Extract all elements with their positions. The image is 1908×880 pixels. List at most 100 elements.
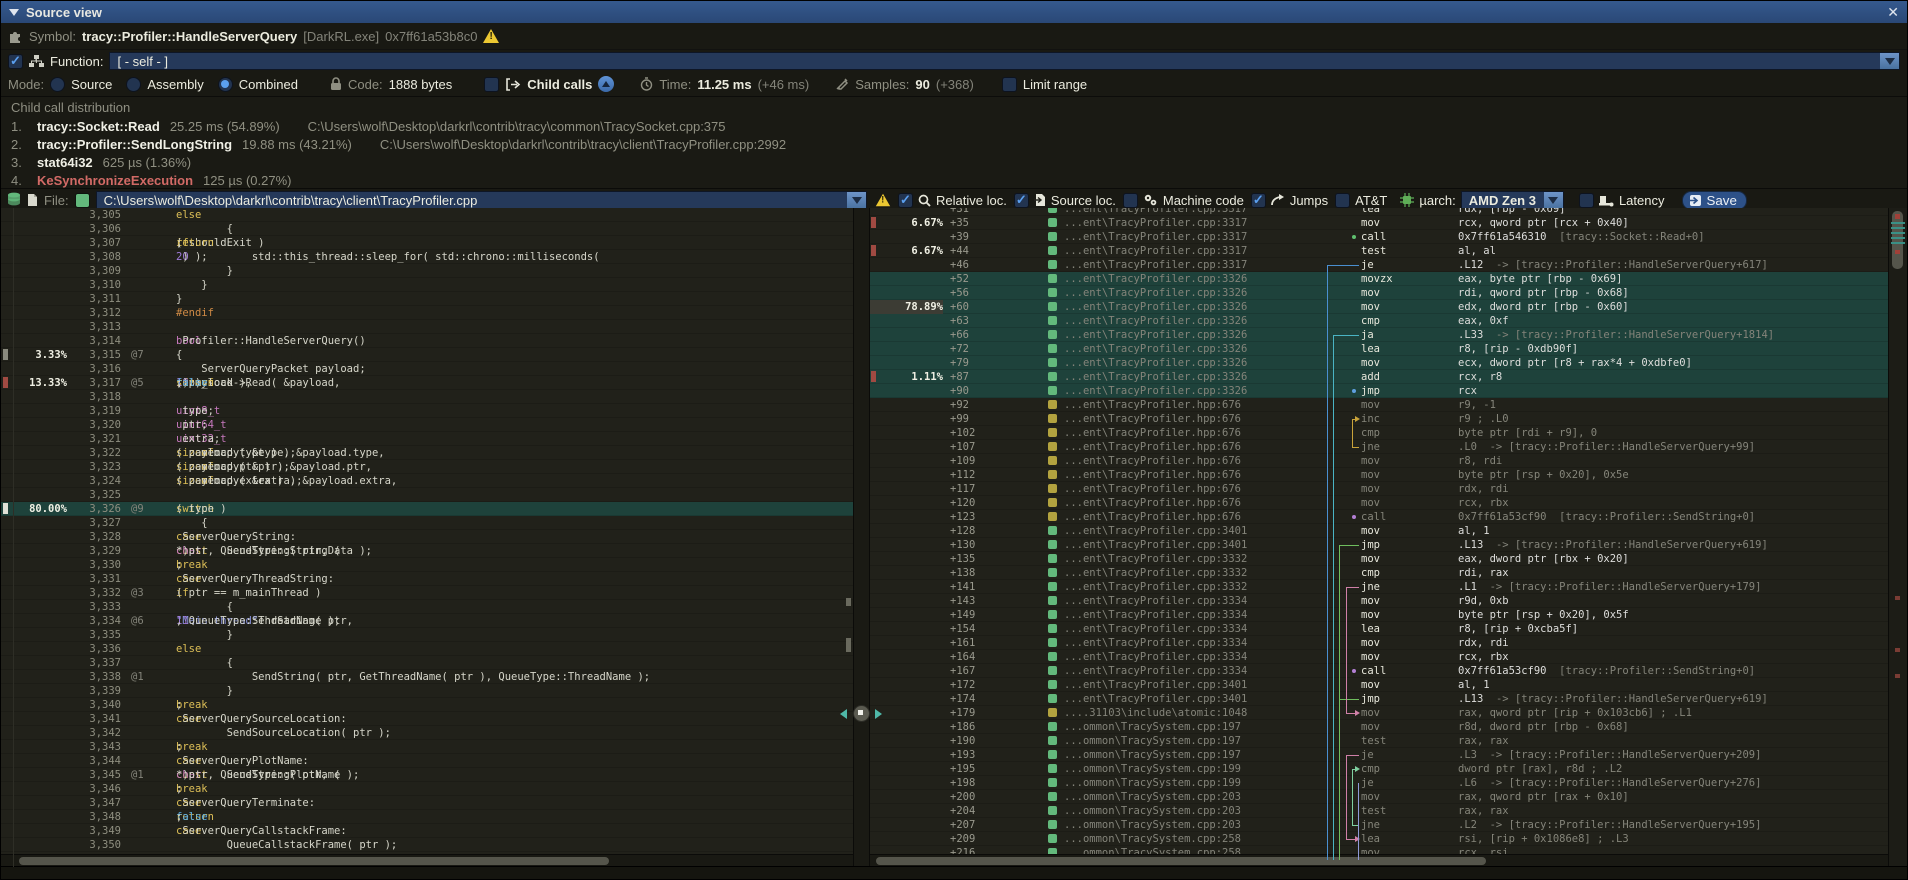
assembly-line[interactable]: +117...ent\TracyProfiler.hpp:676movrdx, …	[870, 482, 1888, 496]
chevron-down-icon[interactable]	[1880, 53, 1899, 69]
limit-range-checkbox[interactable]	[1002, 77, 1017, 92]
file-select[interactable]: C:\Users\wolf\Desktop\darkrl\contrib\tra…	[96, 191, 867, 210]
source-line[interactable]: 3,321 uint32_t extra;	[1, 432, 853, 446]
child-call-entry[interactable]: 2.tracy::Profiler::SendLongString19.88 m…	[11, 135, 1897, 153]
uarch-select[interactable]: AMD Zen 3	[1461, 191, 1564, 210]
assembly-line[interactable]: +149...ent\TracyProfiler.cpp:3334movbyte…	[870, 608, 1888, 622]
source-line[interactable]: 3,339 }	[1, 684, 853, 698]
source-line[interactable]: 3,312#endif	[1, 306, 853, 320]
assembly-line[interactable]: +167...ent\TracyProfiler.cpp:3334call0x7…	[870, 664, 1888, 678]
assembly-line[interactable]: +172...ent\TracyProfiler.cpp:3401moval, …	[870, 678, 1888, 692]
assembly-line[interactable]: +79...ent\TracyProfiler.cpp:3326movecx, …	[870, 356, 1888, 370]
source-line[interactable]: 3,306 {	[1, 222, 853, 236]
att-option[interactable]: AT&T	[1335, 193, 1387, 208]
jumps-option[interactable]: Jumps	[1251, 193, 1328, 208]
jumps-checkbox[interactable]	[1251, 193, 1266, 208]
assembly-line[interactable]: +46...ent\TracyProfiler.cpp:3317je.L12 -…	[870, 258, 1888, 272]
source-line[interactable]: 3,324 memcpy( &extra, &payload.extra, si…	[1, 474, 853, 488]
assembly-line[interactable]: +161...ent\TracyProfiler.cpp:3334movrdx,…	[870, 636, 1888, 650]
source-line[interactable]: 3,350 QueueCallstackFrame( ptr );	[1, 838, 853, 852]
source-line[interactable]: 3,336 else	[1, 642, 853, 656]
assembly-line[interactable]: +141...ent\TracyProfiler.cpp:3332jne.L1 …	[870, 580, 1888, 594]
assembly-line[interactable]: +72...ent\TracyProfiler.cpp:3326lear8, […	[870, 342, 1888, 356]
relative-loc-checkbox[interactable]	[898, 193, 913, 208]
source-line[interactable]: 3,330 break;	[1, 558, 853, 572]
source-line[interactable]: 3,322 memcpy( &type, &payload.type, size…	[1, 446, 853, 460]
assembly-line[interactable]: +128...ent\TracyProfiler.cpp:3401moval, …	[870, 524, 1888, 538]
source-line[interactable]: 3,347 case ServerQueryTerminate:	[1, 796, 853, 810]
assembly-line[interactable]: +92...ent\TracyProfiler.hpp:676movr9, -1	[870, 398, 1888, 412]
source-line[interactable]: 3,325	[1, 488, 853, 502]
assembly-line[interactable]: +186...ommon\TracySystem.cpp:197movr8d, …	[870, 720, 1888, 734]
source-line[interactable]: 3,338@1 SendString( ptr, GetThreadName( …	[1, 670, 853, 684]
assembly-line[interactable]: +179....31103\include\atomic:1048movrax,…	[870, 706, 1888, 720]
source-line[interactable]: 3,308 std::this_thread::sleep_for( std::…	[1, 250, 853, 264]
source-line[interactable]: 3,332@3 if( ptr == m_mainThread )	[1, 586, 853, 600]
assembly-line[interactable]: +135...ent\TracyProfiler.cpp:3332moveax,…	[870, 552, 1888, 566]
assembly-line[interactable]: 78.89%+60...ent\TracyProfiler.cpp:3326mo…	[870, 300, 1888, 314]
source-line[interactable]: 3.33%3,315@7{	[1, 348, 853, 362]
source-line[interactable]: 13.33%3,317@5 if( !m_sock->Read( &payloa…	[1, 376, 853, 390]
machine-code-option[interactable]: Machine code	[1123, 193, 1244, 208]
source-line[interactable]: 3,342 SendSourceLocation( ptr );	[1, 726, 853, 740]
assembly-line[interactable]: +164...ent\TracyProfiler.cpp:3334movrcx,…	[870, 650, 1888, 664]
source-line[interactable]: 3,319 uint8_t type;	[1, 404, 853, 418]
source-line[interactable]: 3,309 }	[1, 264, 853, 278]
source-line[interactable]: 3,320 uint64_t ptr;	[1, 418, 853, 432]
assembly-line[interactable]: +63...ent\TracyProfiler.cpp:3326cmpeax, …	[870, 314, 1888, 328]
assembly-line[interactable]: +112...ent\TracyProfiler.hpp:676movbyte …	[870, 468, 1888, 482]
function-select[interactable]: [ - self - ]	[109, 52, 1900, 70]
child-calls-checkbox[interactable]	[484, 77, 499, 92]
machine-code-checkbox[interactable]	[1123, 193, 1138, 208]
source-line[interactable]: 3,349 case ServerQueryCallstackFrame:	[1, 824, 853, 838]
source-line[interactable]: 3,333 {	[1, 600, 853, 614]
source-line[interactable]: 3,318	[1, 390, 853, 404]
assembly-line[interactable]: +99...ent\TracyProfiler.hpp:676incr9 ; .…	[870, 412, 1888, 426]
assembly-line[interactable]: +138...ent\TracyProfiler.cpp:3332cmprdi,…	[870, 566, 1888, 580]
source-line[interactable]: 3,305 else	[1, 208, 853, 222]
assembly-line[interactable]: +52...ent\TracyProfiler.cpp:3326movzxeax…	[870, 272, 1888, 286]
chevron-down-icon[interactable]	[1544, 192, 1563, 209]
source-line[interactable]: 3,348 return false;	[1, 810, 853, 824]
source-line[interactable]: 3,335 }	[1, 628, 853, 642]
panel-splitter[interactable]	[854, 208, 869, 867]
radio-source-label[interactable]: Source	[71, 77, 112, 92]
assembly-line[interactable]: +143...ent\TracyProfiler.cpp:3334movr9d,…	[870, 594, 1888, 608]
source-line[interactable]: 3,310 }	[1, 278, 853, 292]
source-line[interactable]: 3,314bool Profiler::HandleServerQuery()	[1, 334, 853, 348]
radio-assembly[interactable]	[126, 77, 141, 92]
source-line[interactable]: 3,343 break;	[1, 740, 853, 754]
assembly-line[interactable]: +109...ent\TracyProfiler.hpp:676movr8, r…	[870, 454, 1888, 468]
assembly-line[interactable]: +56...ent\TracyProfiler.cpp:3326movrdi, …	[870, 286, 1888, 300]
radio-combined[interactable]	[218, 77, 233, 92]
source-line[interactable]: 3,311}	[1, 292, 853, 306]
relative-loc-option[interactable]: Relative loc.	[898, 193, 1007, 208]
function-checkbox[interactable]	[8, 54, 23, 69]
assembly-line[interactable]: +31...ent\TracyProfiler.cpp:3317leardx, …	[870, 208, 1888, 216]
close-icon[interactable]: ✕	[1887, 4, 1899, 21]
assembly-line[interactable]: +130...ent\TracyProfiler.cpp:3401jmp.L13…	[870, 538, 1888, 552]
source-line[interactable]: 3,334@6 SendString( ptr, "Main thread", …	[1, 614, 853, 628]
assembly-line[interactable]: +190...ommon\TracySystem.cpp:197testrax,…	[870, 734, 1888, 748]
assembly-line[interactable]: +198...ommon\TracySystem.cpp:199je.L6 ->…	[870, 776, 1888, 790]
latency-checkbox[interactable]	[1579, 193, 1594, 208]
assembly-line[interactable]: +200...ommon\TracySystem.cpp:203movrax, …	[870, 790, 1888, 804]
assembly-line[interactable]: +123...ent\TracyProfiler.hpp:676call0x7f…	[870, 510, 1888, 524]
source-line[interactable]: 3,323 memcpy( &ptr, &payload.ptr, sizeof…	[1, 460, 853, 474]
assembly-line[interactable]: +174...ent\TracyProfiler.cpp:3401jmp.L13…	[870, 692, 1888, 706]
radio-assembly-label[interactable]: Assembly	[147, 77, 203, 92]
source-line[interactable]: 3,341 case ServerQuerySourceLocation:	[1, 712, 853, 726]
assembly-line[interactable]: +102...ent\TracyProfiler.hpp:676cmpbyte …	[870, 426, 1888, 440]
source-line[interactable]: 3,307 if( shouldExit ) return;	[1, 236, 853, 250]
chevron-down-icon[interactable]	[847, 192, 866, 209]
assembly-line[interactable]: 6.67%+44...ent\TracyProfiler.cpp:3317tes…	[870, 244, 1888, 258]
child-calls-label[interactable]: Child calls	[527, 77, 592, 92]
source-loc-option[interactable]: Source loc.	[1014, 193, 1116, 208]
propagate-up-button[interactable]	[598, 76, 614, 92]
limit-range-label[interactable]: Limit range	[1023, 77, 1087, 92]
assembly-line[interactable]: +193...ommon\TracySystem.cpp:197je.L3 ->…	[870, 748, 1888, 762]
assembly-line[interactable]: 1.11%+87...ent\TracyProfiler.cpp:3326add…	[870, 370, 1888, 384]
source-line[interactable]: 3,327 {	[1, 516, 853, 530]
source-line[interactable]: 3,313	[1, 320, 853, 334]
assembly-line[interactable]: +204...ommon\TracySystem.cpp:203testrax,…	[870, 804, 1888, 818]
